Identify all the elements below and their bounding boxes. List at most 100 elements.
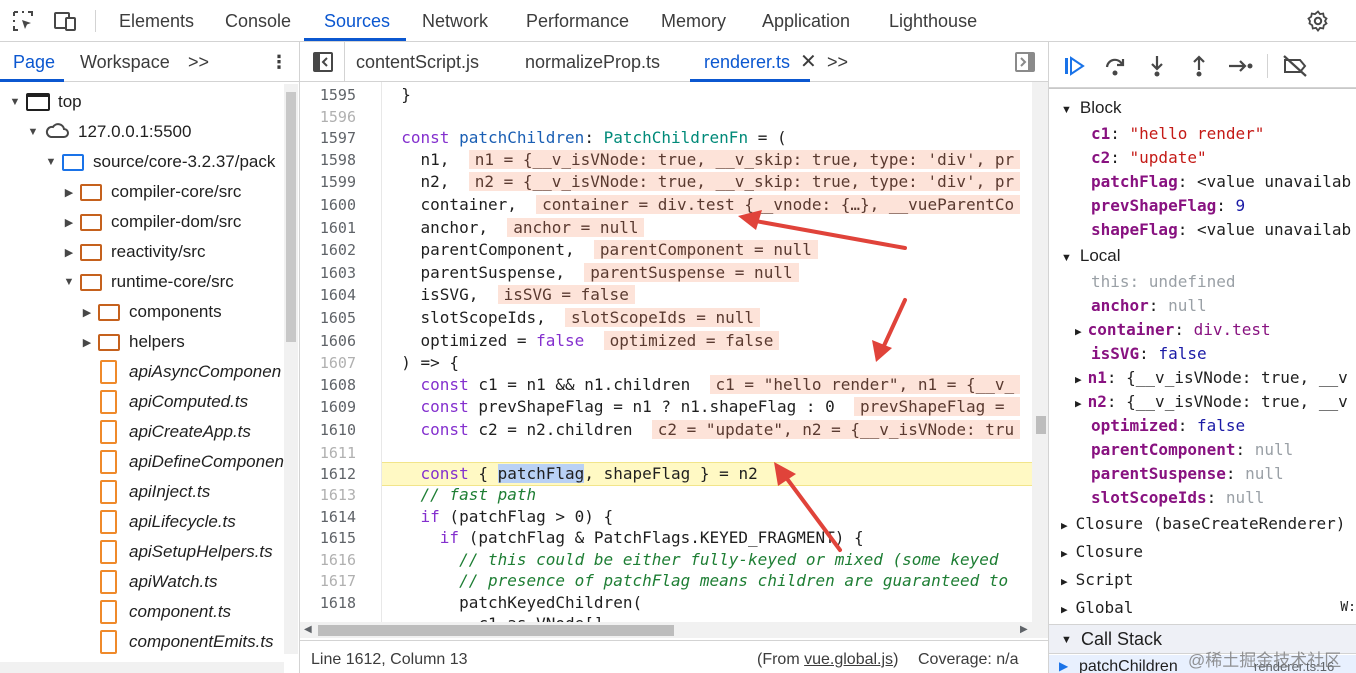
tree-file-apiWatch[interactable]: apiWatch.ts — [0, 567, 218, 597]
line-number[interactable]: 1595 — [300, 86, 356, 104]
scope-closure-renderer[interactable]: ▶ Closure (baseCreateRenderer) — [1049, 512, 1345, 536]
tree-file-apiLifecycle[interactable]: apiLifecycle.ts — [0, 507, 236, 537]
line-number[interactable]: 1599 — [300, 173, 356, 191]
tree-file-component[interactable]: component.ts — [0, 597, 231, 627]
line-number[interactable]: 1598 — [300, 151, 356, 169]
line-number[interactable]: 1597 — [300, 129, 356, 147]
tree-file-apiAsyncComponent[interactable]: apiAsyncComponen — [0, 357, 284, 387]
scope-var-slotScopeIds[interactable]: slotScopeIds: null — [1049, 486, 1264, 510]
tree-item-helpers[interactable]: ▶ helpers — [0, 327, 185, 357]
tree-item-reactivity[interactable]: ▶ reactivity/src — [0, 237, 206, 267]
line-number[interactable]: 1601 — [300, 219, 356, 237]
tree-item-components[interactable]: ▶ components — [0, 297, 222, 327]
scope-closure[interactable]: ▶ Closure — [1049, 540, 1143, 564]
line-number[interactable]: 1608 — [300, 376, 356, 394]
navigator-tab-workspace[interactable]: Workspace — [80, 42, 170, 82]
more-file-tabs-button[interactable]: >> — [827, 42, 848, 82]
resume-icon[interactable] — [1061, 52, 1089, 80]
scope-var-parentComponent[interactable]: parentComponent: null — [1049, 438, 1293, 462]
tab-performance[interactable]: Performance — [526, 0, 629, 42]
line-number[interactable]: 1616 — [300, 551, 356, 569]
navigator-tab-page[interactable]: Page — [13, 42, 55, 82]
tree-item-runtime-core[interactable]: ▼ runtime-core/src — [0, 267, 234, 297]
file-tab-normalizeProp[interactable]: normalizeProp.ts — [525, 42, 660, 82]
line-number[interactable]: 1610 — [300, 421, 356, 439]
line-number[interactable]: 1606 — [300, 332, 356, 350]
scope-var-prevShapeFlag[interactable]: prevShapeFlag: 9 — [1049, 194, 1245, 218]
scroll-left-arrow-icon[interactable]: ◀ — [304, 624, 312, 635]
line-number[interactable]: 1618 — [300, 594, 356, 612]
tab-sources[interactable]: Sources — [324, 0, 390, 42]
tree-file-componentEmits[interactable]: componentEmits.ts — [0, 627, 274, 657]
tree-item-compiler-core[interactable]: ▶ compiler-core/src — [0, 177, 242, 207]
editor-vscrollbar[interactable] — [1032, 82, 1048, 622]
inspect-element-icon[interactable] — [10, 8, 36, 34]
line-number[interactable]: 1617 — [300, 572, 356, 590]
line-number[interactable]: 1607 — [300, 354, 356, 372]
line-number[interactable]: 1605 — [300, 309, 356, 327]
scope-var-container[interactable]: ▶ container: div.test — [1049, 318, 1271, 342]
line-number[interactable]: 1615 — [300, 529, 356, 547]
navigator-hscrollbar[interactable] — [0, 662, 284, 673]
tree-item-source-folder[interactable]: ▼ source/core-3.2.37/pack — [0, 147, 276, 177]
line-number[interactable]: 1612 — [300, 465, 356, 483]
scope-block-header[interactable]: ▼ Block — [1049, 96, 1121, 120]
scope-global[interactable]: ▶ Global W: — [1049, 596, 1356, 620]
navigator-scroll-thumb[interactable] — [286, 92, 296, 342]
tree-file-apiComputed[interactable]: apiComputed.ts — [0, 387, 248, 417]
toggle-navigator-icon[interactable] — [312, 51, 334, 73]
scope-var-n1[interactable]: ▶ n1: {__v_isVNode: true, __v — [1049, 366, 1348, 390]
line-number[interactable]: 1611 — [300, 444, 356, 462]
editor-vscroll-thumb[interactable] — [1036, 416, 1046, 434]
scope-local-header[interactable]: ▼ Local — [1049, 244, 1121, 268]
close-tab-icon[interactable]: ✕ — [800, 42, 817, 82]
tree-file-apiSetupHelpers[interactable]: apiSetupHelpers.ts — [0, 537, 273, 567]
line-number[interactable]: 1614 — [300, 508, 356, 526]
settings-gear-icon[interactable] — [1305, 8, 1331, 34]
tree-file-apiCreateApp[interactable]: apiCreateApp.ts — [0, 417, 251, 447]
line-number[interactable]: 1604 — [300, 286, 356, 304]
step-into-icon[interactable] — [1143, 52, 1171, 80]
scope-var-isSVG[interactable]: isSVG: false — [1049, 342, 1207, 366]
tab-elements[interactable]: Elements — [119, 0, 194, 42]
scope-var-anchor[interactable]: anchor: null — [1049, 294, 1207, 318]
tree-item-origin[interactable]: ▼ 127.0.0.1:5500 — [0, 117, 192, 147]
step-out-icon[interactable] — [1185, 52, 1213, 80]
tab-network[interactable]: Network — [422, 0, 488, 42]
line-number[interactable]: 1602 — [300, 241, 356, 259]
line-number[interactable]: 1603 — [300, 264, 356, 282]
line-number[interactable]: 1613 — [300, 486, 356, 504]
toggle-debugger-icon[interactable] — [1014, 51, 1036, 73]
tab-application[interactable]: Application — [762, 0, 850, 42]
source-map-link[interactable]: vue.global.js — [804, 651, 893, 668]
scope-var-c1[interactable]: c1: "hello render" — [1049, 122, 1264, 146]
scope-script[interactable]: ▶ Script — [1049, 568, 1133, 592]
scope-var-c2[interactable]: c2: "update" — [1049, 146, 1207, 170]
deactivate-breakpoints-icon[interactable] — [1281, 52, 1309, 80]
step-icon[interactable] — [1227, 52, 1255, 80]
navigator-menu-icon[interactable]: ⋮ — [270, 42, 288, 82]
tree-item-compiler-dom[interactable]: ▶ compiler-dom/src — [0, 207, 242, 237]
line-number-gutter[interactable]: 1595 1596 1597 1598 1599 1600 1601 1602 … — [300, 82, 382, 622]
device-toolbar-icon[interactable] — [52, 8, 78, 34]
step-over-icon[interactable] — [1101, 52, 1129, 80]
file-tab-renderer[interactable]: renderer.ts — [704, 42, 790, 82]
scope-var-this[interactable]: this: undefined — [1049, 270, 1236, 294]
scroll-right-arrow-icon[interactable]: ▶ — [1020, 624, 1028, 635]
tree-file-apiDefineComponent[interactable]: apiDefineComponen — [0, 447, 284, 477]
scope-var-parentSuspense[interactable]: parentSuspense: null — [1049, 462, 1284, 486]
scope-var-n2[interactable]: ▶ n2: {__v_isVNode: true, __v — [1049, 390, 1348, 414]
tab-lighthouse[interactable]: Lighthouse — [889, 0, 977, 42]
navigator-more-tabs-button[interactable]: >> — [188, 42, 209, 82]
tree-file-apiInject[interactable]: apiInject.ts — [0, 477, 210, 507]
line-number[interactable]: 1600 — [300, 196, 356, 214]
tab-console[interactable]: Console — [225, 0, 291, 42]
line-number[interactable]: 1609 — [300, 398, 356, 416]
scope-var-optimized[interactable]: optimized: false — [1049, 414, 1245, 438]
editor-hscroll-thumb[interactable] — [318, 625, 674, 636]
file-tab-contentScript[interactable]: contentScript.js — [356, 42, 479, 82]
line-number[interactable]: 1596 — [300, 108, 356, 126]
scope-var-patchFlag[interactable]: patchFlag: <value unavailab — [1049, 170, 1351, 194]
tree-item-top[interactable]: ▼ top — [0, 87, 82, 117]
scope-var-shapeFlag[interactable]: shapeFlag: <value unavailab — [1049, 218, 1351, 242]
